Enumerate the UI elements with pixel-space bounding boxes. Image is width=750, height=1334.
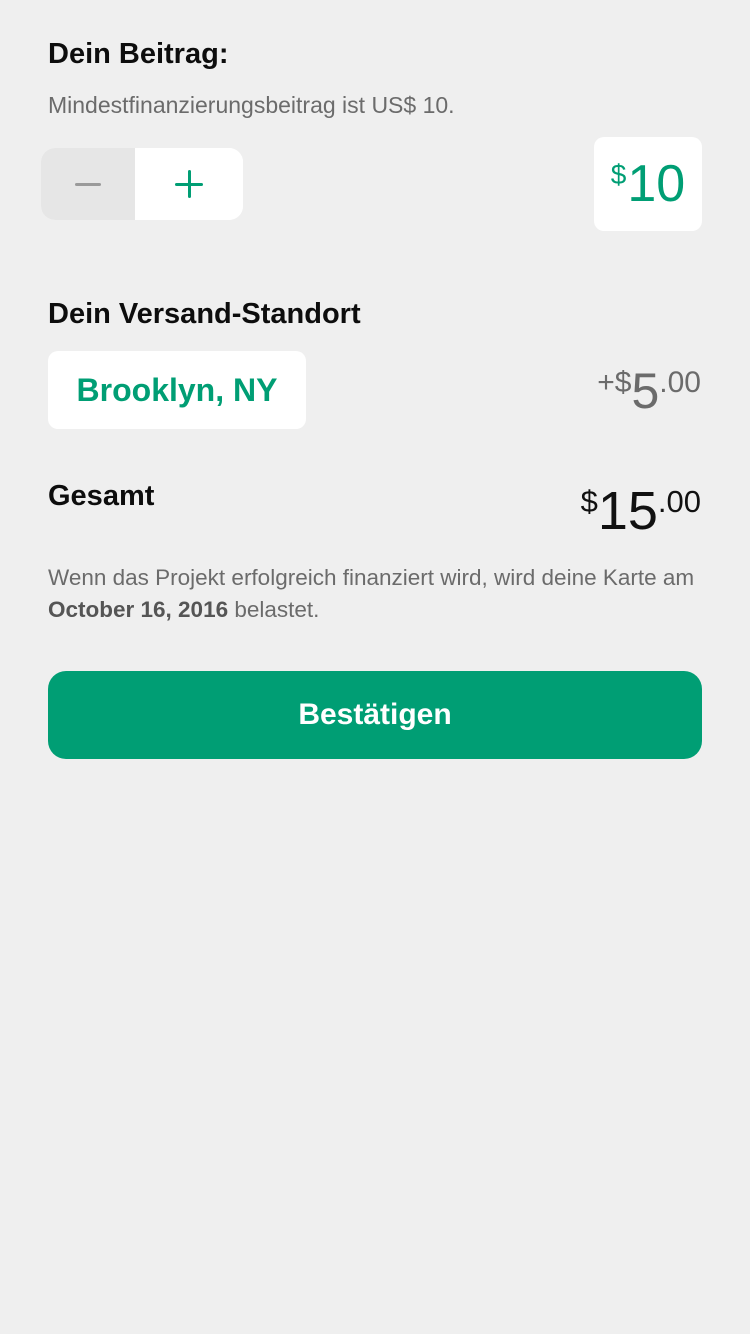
total-label: Gesamt bbox=[48, 480, 155, 512]
minimum-pledge-text: Mindestfinanzierungsbeitrag ist US$ 10. bbox=[48, 92, 455, 118]
decrement-button[interactable] bbox=[41, 148, 135, 220]
charge-date: October 16, 2016 bbox=[48, 597, 229, 622]
confirm-button[interactable]: Bestätigen bbox=[48, 671, 702, 759]
shipping-location-button[interactable]: Brooklyn, NY bbox=[48, 351, 306, 429]
increment-button[interactable] bbox=[135, 148, 243, 220]
minus-icon bbox=[75, 182, 101, 186]
shipping-price-major: 5 bbox=[631, 363, 660, 419]
shipping-price: +$ 5 .00 bbox=[597, 366, 701, 416]
pledge-amount-field[interactable]: $ 10 bbox=[594, 137, 702, 231]
total-price-prefix: $ bbox=[580, 484, 598, 519]
pledge-amount-value: 10 bbox=[627, 155, 686, 213]
total-price-minor: .00 bbox=[657, 484, 701, 519]
total-price: $ 15 .00 bbox=[581, 484, 701, 538]
charge-note: Wenn das Projekt erfolgreich finanziert … bbox=[48, 562, 708, 626]
shipping-title: Dein Versand-Standort bbox=[48, 298, 361, 330]
pledge-title: Dein Beitrag: bbox=[48, 38, 229, 70]
charge-note-text-after: belastet. bbox=[228, 597, 320, 622]
shipping-location-label: Brooklyn, NY bbox=[76, 371, 278, 408]
total-price-major: 15 bbox=[597, 481, 658, 541]
confirm-button-label: Bestätigen bbox=[298, 698, 452, 731]
shipping-price-prefix: +$ bbox=[597, 366, 632, 399]
shipping-price-minor: .00 bbox=[659, 366, 701, 399]
pledge-stepper bbox=[41, 148, 243, 220]
charge-note-text-before: Wenn das Projekt erfolgreich finanziert … bbox=[48, 565, 695, 590]
pledge-amount-currency: $ bbox=[610, 159, 627, 190]
plus-icon bbox=[175, 170, 203, 198]
